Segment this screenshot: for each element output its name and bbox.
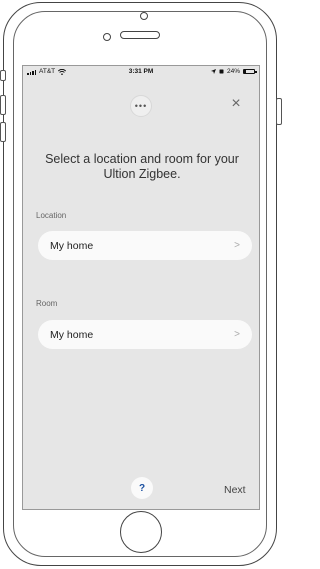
location-arrow-icon — [210, 69, 216, 74]
location-value: My home — [50, 239, 94, 252]
battery-icon — [243, 69, 257, 74]
room-value: My home — [50, 328, 94, 341]
more-options-button[interactable]: ••• — [130, 95, 152, 117]
volume-up-button — [0, 95, 6, 115]
chevron-right-icon: > — [234, 329, 240, 340]
page-title: Select a location and room for your Ulti… — [45, 152, 239, 181]
close-button[interactable]: × — [228, 96, 244, 112]
help-button[interactable]: ? — [131, 477, 153, 499]
mute-switch — [0, 70, 6, 81]
status-bar: AT&T 3:31 PM 24% — [23, 66, 259, 78]
app-screen: AT&T 3:31 PM 24% ••• × Select a location… — [22, 65, 260, 510]
home-button[interactable] — [120, 511, 162, 553]
camera-icon — [140, 12, 148, 20]
status-right: 24% — [210, 68, 257, 75]
battery-percent: 24% — [226, 68, 240, 75]
room-selector[interactable]: My home > — [38, 320, 252, 349]
power-button — [276, 98, 282, 125]
location-selector[interactable]: My home > — [38, 231, 252, 260]
earpiece-speaker — [120, 31, 160, 39]
ellipsis-icon: ••• — [134, 101, 148, 111]
volume-down-button — [0, 122, 6, 142]
alarm-icon — [219, 69, 224, 74]
room-section-label: Room — [36, 299, 58, 308]
location-section-label: Location — [36, 211, 67, 220]
next-button[interactable]: Next — [224, 484, 246, 496]
chevron-right-icon: > — [234, 240, 240, 251]
help-icon: ? — [138, 482, 146, 494]
close-icon: × — [231, 95, 241, 112]
front-sensor-icon — [103, 33, 111, 41]
